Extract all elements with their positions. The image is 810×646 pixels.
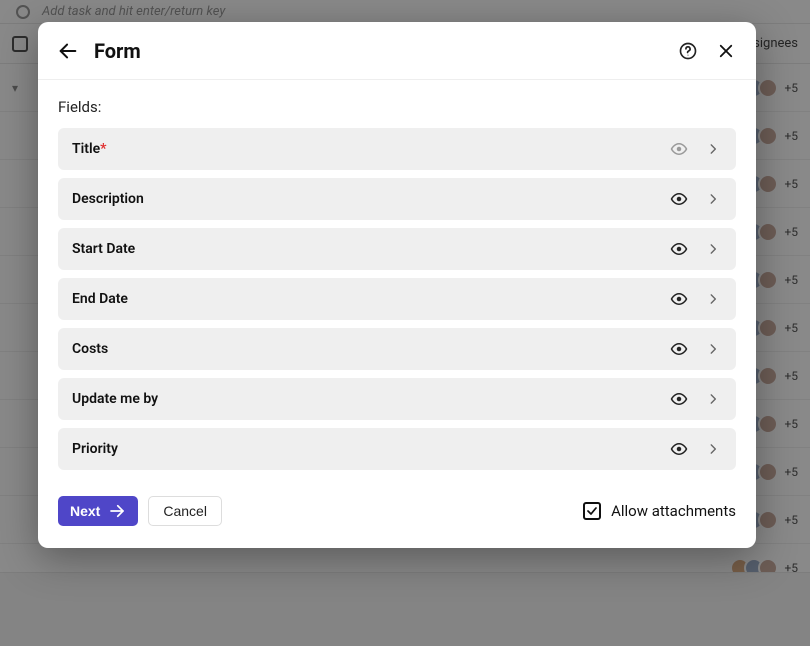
fields-list: Title* Description Start Date End Date C… [58,128,736,470]
field-expand-button[interactable] [704,340,722,358]
toggle-visibility-button[interactable] [670,390,688,408]
arrow-left-icon [57,40,79,62]
field-label: End Date [72,291,128,307]
eye-icon [670,440,688,458]
eye-icon [670,340,688,358]
help-circle-icon [678,41,698,61]
field-expand-button[interactable] [704,440,722,458]
modal-body: Fields: Title* Description Start Date En… [38,80,756,482]
toggle-visibility-button[interactable] [670,140,688,158]
toggle-visibility-button[interactable] [670,240,688,258]
check-icon [586,505,598,517]
cancel-button[interactable]: Cancel [148,496,222,526]
toggle-visibility-button[interactable] [670,290,688,308]
field-expand-button[interactable] [704,390,722,408]
field-row[interactable]: Start Date [58,228,736,270]
field-row[interactable]: Priority [58,428,736,470]
cancel-button-label: Cancel [163,503,207,519]
modal-header: Form [38,22,756,80]
chevron-right-icon [706,392,720,406]
eye-icon [670,390,688,408]
chevron-right-icon [706,242,720,256]
form-modal: Form Fields: Title* Description Start Da… [38,22,756,548]
field-label: Priority [72,441,118,457]
field-row[interactable]: Title* [58,128,736,170]
toggle-visibility-button[interactable] [670,440,688,458]
allow-attachments-label: Allow attachments [611,502,736,520]
eye-icon [670,190,688,208]
modal-footer: Next Cancel Allow attachments [38,482,756,548]
chevron-right-icon [706,192,720,206]
arrow-right-icon [108,502,126,520]
chevron-right-icon [706,442,720,456]
field-label: Update me by [72,391,158,407]
field-expand-button[interactable] [704,190,722,208]
required-asterisk: * [100,141,106,157]
close-button[interactable] [714,39,738,63]
field-expand-button[interactable] [704,140,722,158]
field-expand-button[interactable] [704,290,722,308]
field-row[interactable]: End Date [58,278,736,320]
field-row[interactable]: Costs [58,328,736,370]
field-label: Costs [72,341,108,357]
help-button[interactable] [676,39,700,63]
field-row[interactable]: Description [58,178,736,220]
chevron-right-icon [706,142,720,156]
chevron-right-icon [706,342,720,356]
next-button[interactable]: Next [58,496,138,526]
field-label: Start Date [72,241,135,257]
field-row[interactable]: Update me by [58,378,736,420]
modal-title: Form [94,39,141,63]
eye-icon [670,290,688,308]
allow-attachments-checkbox[interactable] [583,502,601,520]
field-expand-button[interactable] [704,240,722,258]
fields-label: Fields: [58,98,736,116]
toggle-visibility-button[interactable] [670,190,688,208]
chevron-right-icon [706,292,720,306]
toggle-visibility-button[interactable] [670,340,688,358]
field-label: Description [72,191,144,207]
close-icon [717,42,735,60]
back-button[interactable] [56,39,80,63]
eye-icon [670,240,688,258]
eye-icon [670,140,688,158]
field-label: Title* [72,141,106,157]
next-button-label: Next [70,503,100,519]
